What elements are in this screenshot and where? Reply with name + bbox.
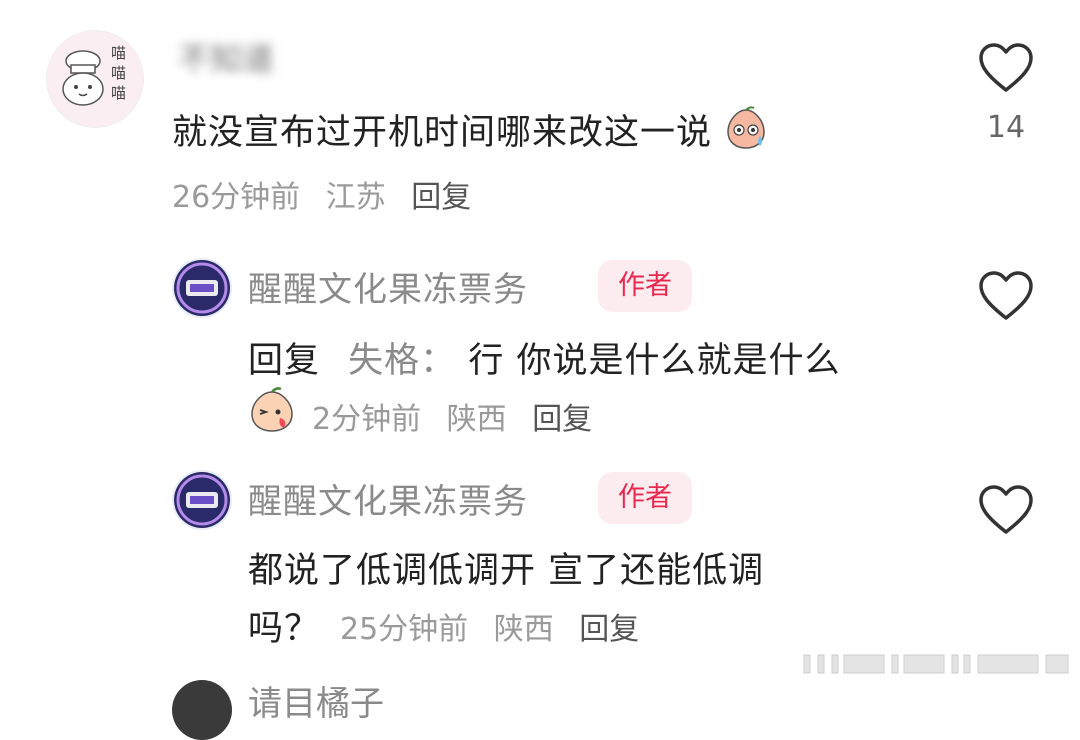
reply-username[interactable]: 醒醒文化果冻票务 [248,474,528,523]
kiss-peach-emoji-icon [251,387,293,432]
like-heart-icon[interactable] [978,270,1034,322]
author-badge: 作者 [598,260,692,312]
like-count: 14 [986,110,1026,145]
avatar-text: 喵喵喵 [111,44,127,102]
brand-logo-icon [174,472,230,528]
reply-prefix: 回复 [248,341,321,381]
reply-time: 25分钟前 [340,612,469,647]
reply-text: 回复 失格： 行 你说是什么就是什么 [248,332,840,383]
sweat-peach-emoji-icon [727,106,765,149]
avatar[interactable] [172,680,232,740]
reply-text-line2: 吗？ [248,600,320,651]
like-heart-icon[interactable] [978,484,1034,536]
reply-meta: 2分钟前 陕西 回复 [312,394,608,438]
reply-time: 2分钟前 [312,402,422,437]
reply-location: 陕西 [493,612,554,647]
comment-meta: 26分钟前 江苏 回复 [172,172,487,216]
avatar[interactable]: 喵喵喵 [46,30,144,128]
watermark-barcode-icon [803,654,1069,674]
reply-text-body: 行 你说是什么就是什么 [468,341,841,381]
comment-text-body: 就没宣布过开机时间哪来改这一说 [172,113,713,153]
reply-username[interactable]: 醒醒文化果冻票务 [248,262,528,311]
author-avatar[interactable] [172,470,232,530]
reply-button[interactable]: 回复 [579,612,639,647]
reply-button[interactable]: 回复 [532,402,592,437]
comment-username[interactable]: 不知道 [178,34,274,80]
reply-text-line1: 都说了低调低调开 宣了还能低调 [248,551,765,591]
brand-logo-icon [174,260,230,316]
comment-text: 就没宣布过开机时间哪来改这一说 [172,104,768,155]
reply-location: 陕西 [446,402,507,437]
reply-meta: 25分钟前 陕西 回复 [340,604,655,648]
comment-time: 26分钟前 [172,180,301,215]
reply-mention[interactable]: 失格： [348,341,456,381]
like-heart-icon[interactable] [978,42,1034,94]
comment-username[interactable]: 请目橘子 [248,676,384,725]
reply-button[interactable]: 回复 [411,180,471,215]
author-badge: 作者 [598,472,692,524]
reply-text-line2-body: 吗？ [248,609,321,649]
author-avatar[interactable] [172,258,232,318]
comment-location: 江苏 [325,180,386,215]
